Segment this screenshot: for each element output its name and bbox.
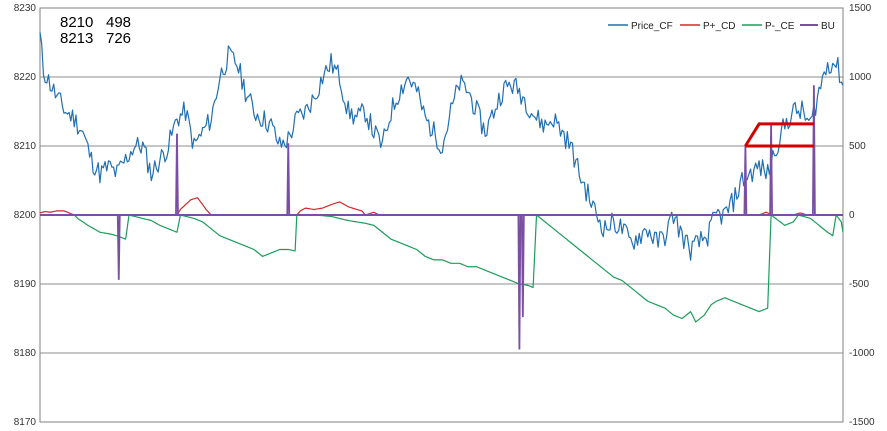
right-tick-label: 1000 [849, 72, 872, 83]
legend-label-bu: BU [821, 21, 835, 32]
legend-label-p-minus-ce: P-_CE [765, 21, 795, 32]
left-tick-label: 8220 [14, 72, 37, 83]
spike-bu [520, 214, 525, 318]
right-axis-ticks: 1500 1000 500 0 -500 -1000 -1500 [849, 3, 875, 428]
left-axis-ticks: 8230 8220 8210 8200 8190 8180 8170 [14, 3, 37, 428]
left-tick-label: 8180 [14, 348, 37, 359]
spike-bu [286, 143, 291, 216]
spike-bu [769, 123, 773, 216]
chart-svg: 8230 8220 8210 8200 8190 8180 8170 1500 1000 500… [14, 3, 875, 428]
legend-label-p-plus-cd: P+_CD [703, 21, 736, 32]
left-tick-label: 8210 [14, 141, 37, 152]
right-tick-label: -1500 [849, 417, 875, 428]
left-tick-label: 8190 [14, 279, 37, 290]
left-tick-label: 8230 [14, 3, 37, 14]
spike-bu [116, 214, 121, 280]
right-tick-label: 0 [849, 210, 855, 221]
right-tick-label: -1000 [849, 348, 875, 359]
annotation-row-2-col1: 8213 [60, 30, 93, 47]
spike-bu [175, 133, 179, 216]
right-tick-label: 500 [849, 141, 866, 152]
left-tick-label: 8200 [14, 210, 37, 221]
chart-root: 8230 8220 8210 8200 8190 8180 8170 1500 1000 500… [0, 0, 887, 431]
annotation-row-1-col2: 498 [106, 14, 131, 31]
right-tick-label: -500 [849, 279, 869, 290]
spike-bu [517, 214, 522, 350]
annotation-row-2-col2: 726 [106, 30, 131, 47]
spike-bu [811, 85, 816, 216]
spike-bu [743, 145, 748, 216]
legend-label-price-cf: Price_CF [631, 21, 673, 32]
right-tick-label: 1500 [849, 3, 872, 14]
annotation-row-1-col1: 8210 [60, 14, 93, 31]
left-tick-label: 8170 [14, 417, 37, 428]
